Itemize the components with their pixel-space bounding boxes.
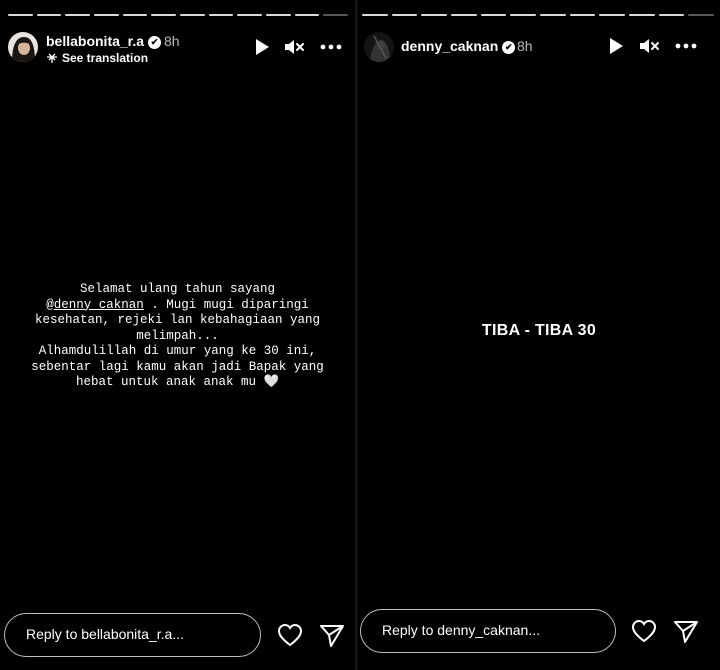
caption-line-5: Alhamdulillah di umur yang ke 30 ini, [38,344,317,358]
translate-icon [47,53,57,63]
more-options-icon [675,43,697,49]
avatar[interactable] [364,32,394,62]
post-time: 8h [517,38,533,54]
story-text: TIBA - TIBA 30 [481,322,597,339]
reply-placeholder[interactable]: Reply to denny_caknan... [382,622,540,638]
like-button[interactable] [276,621,304,649]
more-options-button[interactable] [319,35,343,59]
send-icon [320,625,344,647]
caption-line-4: melimpah... [136,328,219,343]
verified-badge-icon: ✔ [148,36,162,49]
username[interactable]: denny_caknan ✔ [401,38,516,54]
caption-line-6: sebentar lagi kamu akan jadi Bapak yang [31,359,324,374]
story-panel-denny[interactable]: denny_caknan ✔ 8h TIBA - TIBA 30 Reply to… [358,0,720,670]
username-text[interactable]: denny_caknan [401,38,498,54]
post-time: 8h [164,33,180,49]
send-icon [674,621,698,643]
play-button[interactable] [604,34,628,58]
see-translation-label[interactable]: See translation [62,51,148,65]
more-options-button[interactable] [674,34,698,58]
caption-line-2-text: . Mugi mugi diparingi [143,297,309,312]
caption-line-7: hebat untuk anak anak mu 🤍 [0,375,355,391]
see-translation-link[interactable]: See translation [46,51,148,65]
muted-speaker-icon [285,40,304,54]
story-caption: Selamat ulang tahun sayang @denny_caknan … [0,282,355,391]
username[interactable]: bellabonita_r.a ✔ [46,33,162,49]
share-button[interactable] [318,621,346,649]
play-icon [610,38,623,54]
mute-button[interactable] [282,35,306,59]
reply-placeholder[interactable]: Reply to bellabonita_r.a... [26,626,184,642]
story-progress-bar [8,14,349,16]
more-options-icon [320,44,342,50]
like-button[interactable] [630,617,658,645]
play-button[interactable] [250,35,274,59]
muted-speaker-icon [640,39,659,53]
caption-line-2: @denny_caknan . Mugi mugi diparingi [0,298,355,314]
share-button[interactable] [672,617,700,645]
heart-icon [277,623,303,647]
reply-input[interactable]: Reply to denny_caknan... [360,609,616,653]
avatar[interactable] [8,32,38,62]
white-heart-emoji: 🤍 [263,375,280,389]
heart-icon [631,619,657,643]
reply-input[interactable]: Reply to bellabonita_r.a... [4,613,261,657]
play-icon [256,39,269,55]
caption-line-7-text: hebat untuk anak anak mu [75,375,256,389]
mention-link[interactable]: @denny_caknan [46,298,144,312]
mute-button[interactable] [637,34,661,58]
verified-badge-icon: ✔ [502,41,516,54]
username-text[interactable]: bellabonita_r.a [46,33,144,49]
caption-line-3: kesehatan, rejeki lan kebahagiaan yang [34,313,321,327]
story-progress-bar [362,14,715,16]
story-panel-bellabonita[interactable]: bellabonita_r.a ✔ 8h See translation Sela… [0,0,355,670]
caption-line-1: Selamat ulang tahun sayang [79,282,276,296]
